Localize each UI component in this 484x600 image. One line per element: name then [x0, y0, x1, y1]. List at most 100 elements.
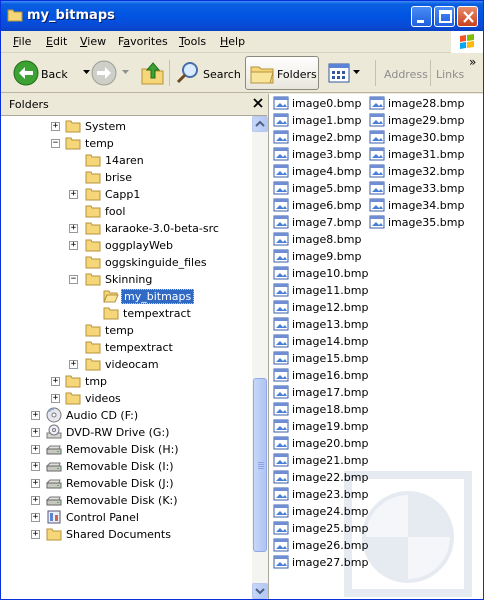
file-item[interactable]: image18.bmp [273, 401, 368, 418]
file-item[interactable]: image27.bmp [273, 554, 368, 571]
expand-button[interactable]: + [31, 479, 40, 488]
expand-button[interactable]: + [69, 224, 78, 233]
expand-button[interactable]: + [69, 241, 78, 250]
tree-item-control-panel[interactable]: + Control Panel [1, 509, 252, 526]
file-item[interactable]: image31.bmp [369, 146, 464, 163]
close-button[interactable] [457, 6, 478, 27]
forward-button[interactable] [91, 56, 133, 90]
tree-item-removable-disk-j[interactable]: + Removable Disk (J:) [1, 475, 252, 492]
expand-button[interactable]: + [31, 445, 40, 454]
links-label[interactable]: Links [436, 56, 466, 90]
menu-favorites[interactable]: Favorites [118, 35, 168, 48]
file-item[interactable]: image6.bmp [273, 197, 363, 214]
file-item[interactable]: image5.bmp [273, 180, 363, 197]
menu-tools[interactable]: Tools [179, 35, 206, 48]
tree-item-my-bitmaps[interactable]: my_bitmaps [1, 288, 252, 305]
tree-item-removable-disk-k[interactable]: + Removable Disk (K:) [1, 492, 252, 509]
scroll-down-button[interactable] [252, 583, 268, 599]
file-item[interactable]: image23.bmp [273, 486, 368, 503]
expand-button[interactable]: + [51, 377, 60, 386]
expand-button[interactable]: + [31, 462, 40, 471]
file-item[interactable]: image7.bmp [273, 214, 363, 231]
menu-file[interactable]: File [13, 35, 31, 48]
file-item[interactable]: image2.bmp [273, 129, 363, 146]
expand-button[interactable]: + [31, 496, 40, 505]
tree-item-videos[interactable]: + videos [1, 390, 252, 407]
collapse-button[interactable]: − [69, 275, 78, 284]
tree-item-removable-disk-h[interactable]: + Removable Disk (H:) [1, 441, 252, 458]
file-item[interactable]: image26.bmp [273, 537, 368, 554]
file-item[interactable]: image10.bmp [273, 265, 368, 282]
file-item[interactable]: image19.bmp [273, 418, 368, 435]
tree-item-temp[interactable]: temp [1, 322, 252, 339]
file-item[interactable]: image1.bmp [273, 112, 363, 129]
file-item[interactable]: image29.bmp [369, 112, 464, 129]
scroll-thumb[interactable] [253, 378, 267, 552]
file-item[interactable]: image22.bmp [273, 469, 368, 486]
collapse-button[interactable]: − [51, 139, 60, 148]
file-item[interactable]: image13.bmp [273, 316, 368, 333]
expand-button[interactable]: + [51, 394, 60, 403]
tree-item-shared-documents[interactable]: + Shared Documents [1, 526, 252, 543]
title-bar[interactable]: my_bitmaps [1, 1, 483, 31]
tree-item-audio-cd-f[interactable]: + Audio CD (F:) [1, 407, 252, 424]
tree-item-temp[interactable]: − temp [1, 135, 252, 152]
tree-item-system[interactable]: + System [1, 118, 252, 135]
file-item[interactable]: image4.bmp [273, 163, 363, 180]
tree-item-tmp[interactable]: + tmp [1, 373, 252, 390]
tree-item-capp1[interactable]: + Capp1 [1, 186, 252, 203]
file-item[interactable]: image12.bmp [273, 299, 368, 316]
file-item[interactable]: image20.bmp [273, 435, 368, 452]
tree-item-14aren[interactable]: 14aren [1, 152, 252, 169]
file-item[interactable]: image21.bmp [273, 452, 368, 469]
tree-item-removable-disk-i[interactable]: + Removable Disk (I:) [1, 458, 252, 475]
expand-button[interactable]: + [69, 360, 78, 369]
menu-view[interactable]: View [80, 35, 106, 48]
tree-item-fool[interactable]: fool [1, 203, 252, 220]
tree-item-tempextract[interactable]: tempextract [1, 339, 252, 356]
tree-item-brise[interactable]: brise [1, 169, 252, 186]
expand-button[interactable]: + [51, 122, 60, 131]
toolbar-overflow-chevron[interactable]: » [469, 55, 481, 90]
tree-item-skinning[interactable]: − Skinning [1, 271, 252, 288]
file-item[interactable]: image11.bmp [273, 282, 368, 299]
tree-item-tempextract[interactable]: tempextract [1, 305, 252, 322]
file-item[interactable]: image0.bmp [273, 95, 363, 112]
close-panel-button[interactable] [251, 96, 265, 110]
file-item[interactable]: image3.bmp [273, 146, 363, 163]
expand-button[interactable]: + [31, 513, 40, 522]
file-item[interactable]: image14.bmp [273, 333, 368, 350]
file-item[interactable]: image8.bmp [273, 231, 363, 248]
expand-button[interactable]: + [31, 530, 40, 539]
tree-item-dvd-rw-drive-g[interactable]: + DVD-RW Drive (G:) [1, 424, 252, 441]
file-item[interactable]: image32.bmp [369, 163, 464, 180]
file-item[interactable]: image28.bmp [369, 95, 464, 112]
file-item[interactable]: image24.bmp [273, 503, 368, 520]
views-button[interactable] [325, 56, 363, 90]
expand-button[interactable]: + [31, 428, 40, 437]
file-item[interactable]: image34.bmp [369, 197, 464, 214]
file-item[interactable]: image15.bmp [273, 350, 368, 367]
back-button[interactable]: Back [9, 56, 93, 90]
search-button[interactable]: Search [173, 56, 243, 90]
tree-item-oggskinguide-files[interactable]: oggskinguide_files [1, 254, 252, 271]
address-label[interactable]: Address [384, 56, 428, 90]
menu-help[interactable]: Help [220, 35, 245, 48]
tree-item-oggplayweb[interactable]: + oggplayWeb [1, 237, 252, 254]
file-item[interactable]: image30.bmp [369, 129, 464, 146]
tree-scrollbar[interactable] [252, 116, 268, 599]
file-item[interactable]: image9.bmp [273, 248, 363, 265]
file-item[interactable]: image35.bmp [369, 214, 464, 231]
menu-edit[interactable]: Edit [46, 35, 67, 48]
tree-item-karaoke-3-0-beta-src[interactable]: + karaoke-3.0-beta-src [1, 220, 252, 237]
minimize-button[interactable] [411, 6, 432, 27]
file-item[interactable]: image25.bmp [273, 520, 368, 537]
maximize-button[interactable] [434, 6, 455, 27]
file-item[interactable]: image17.bmp [273, 384, 368, 401]
file-item[interactable]: image16.bmp [273, 367, 368, 384]
folders-button[interactable]: Folders [245, 56, 319, 90]
up-folder-button[interactable] [139, 56, 167, 90]
expand-button[interactable]: + [31, 411, 40, 420]
scroll-up-button[interactable] [252, 116, 268, 132]
file-item[interactable]: image33.bmp [369, 180, 464, 197]
